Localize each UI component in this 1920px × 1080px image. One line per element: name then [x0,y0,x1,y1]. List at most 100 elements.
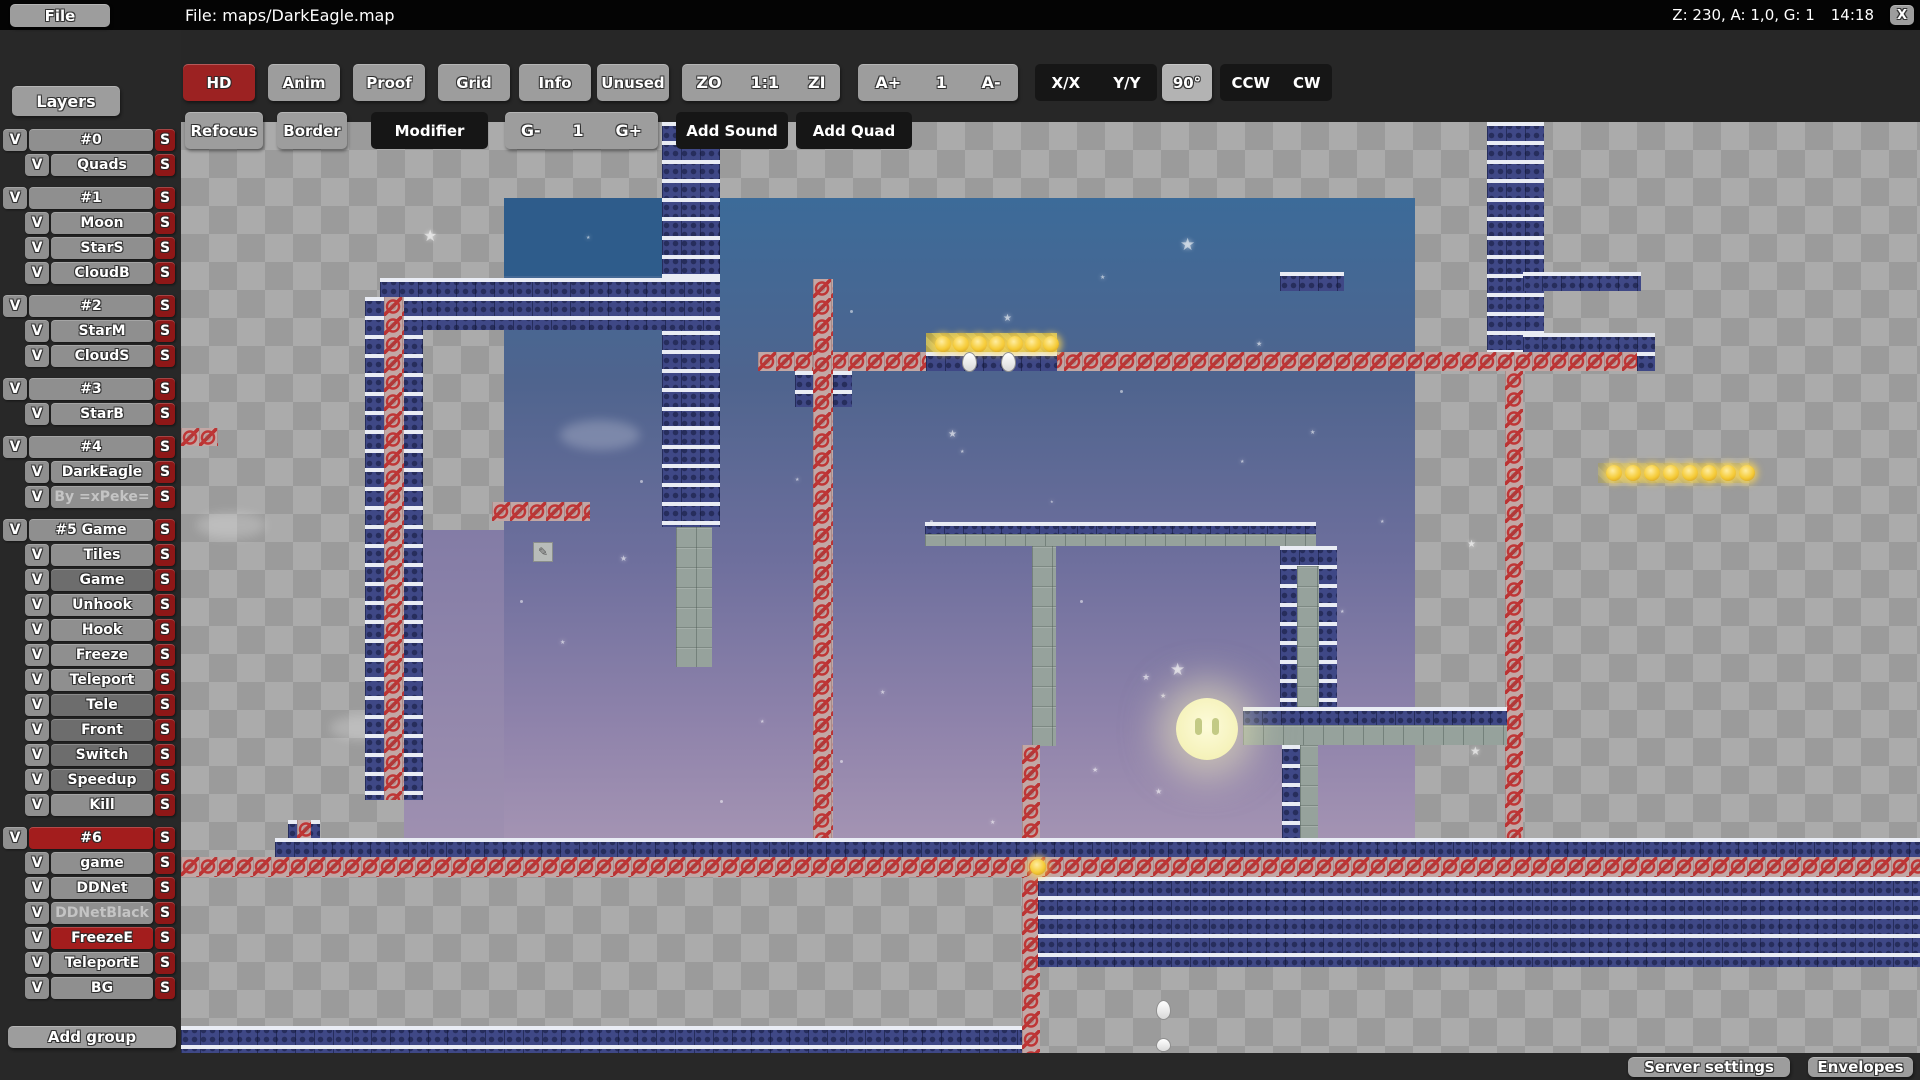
layer-name-button[interactable]: Speedup [51,769,153,791]
layer-visible-toggle[interactable]: V [25,237,49,259]
layer-name-button[interactable]: StarB [51,403,153,425]
rotate-cw-button[interactable]: CW [1293,74,1321,92]
proof-toggle-button[interactable]: Proof [353,64,425,101]
layer-name-button[interactable]: Game [51,569,153,591]
add-quad-button[interactable]: Add Quad [796,112,912,149]
layer-visible-toggle[interactable]: V [25,794,49,816]
layer-name-button[interactable]: CloudS [51,345,153,367]
layer-detail-toggle[interactable]: S [155,212,175,234]
layer-name-button[interactable]: Front [51,719,153,741]
layer-detail-toggle[interactable]: S [155,952,175,974]
layer-detail-toggle[interactable]: S [155,461,175,483]
layer-name-button[interactable]: DDNet [51,877,153,899]
layer-detail-toggle[interactable]: S [155,345,175,367]
hd-toggle-button[interactable]: HD [183,64,255,101]
server-settings-button[interactable]: Server settings [1628,1057,1790,1077]
zoom-out-button[interactable]: ZO [696,73,721,92]
layer-name-button[interactable]: DarkEagle [51,461,153,483]
layer-detail-toggle[interactable]: S [155,486,175,508]
rotate-90-button[interactable]: 90° [1162,64,1212,101]
group-detail-toggle[interactable]: S [155,187,175,209]
flip-y-button[interactable]: Y/Y [1113,74,1140,92]
layer-visible-toggle[interactable]: V [25,544,49,566]
layer-visible-toggle[interactable]: V [25,154,49,176]
layer-detail-toggle[interactable]: S [155,744,175,766]
group-visible-toggle[interactable]: V [3,519,27,541]
group-visible-toggle[interactable]: V [3,436,27,458]
layer-detail-toggle[interactable]: S [155,794,175,816]
layer-detail-toggle[interactable]: S [155,619,175,641]
layer-detail-toggle[interactable]: S [155,237,175,259]
group-detail-toggle[interactable]: S [155,295,175,317]
layer-visible-toggle[interactable]: V [25,852,49,874]
layer-name-button[interactable]: TeleportE [51,952,153,974]
layer-name-button[interactable]: Unhook [51,594,153,616]
info-toggle-button[interactable]: Info [519,64,591,101]
layer-visible-toggle[interactable]: V [25,719,49,741]
refocus-button[interactable]: Refocus [185,112,263,149]
layer-detail-toggle[interactable]: S [155,544,175,566]
layer-name-button[interactable]: game [51,852,153,874]
layer-visible-toggle[interactable]: V [25,952,49,974]
layer-visible-toggle[interactable]: V [25,403,49,425]
layer-name-button[interactable]: FreezeE [51,927,153,949]
layer-detail-toggle[interactable]: S [155,594,175,616]
rotate-ccw-button[interactable]: CCW [1231,74,1270,92]
unused-toggle-button[interactable]: Unused [597,64,669,101]
layer-visible-toggle[interactable]: V [25,769,49,791]
layer-name-button[interactable]: StarM [51,320,153,342]
layer-name-button[interactable]: Moon [51,212,153,234]
layer-visible-toggle[interactable]: V [25,927,49,949]
file-menu-button[interactable]: File [10,4,110,27]
layer-visible-toggle[interactable]: V [25,345,49,367]
layer-detail-toggle[interactable]: S [155,320,175,342]
group-visible-toggle[interactable]: V [3,378,27,400]
layer-name-button[interactable]: Freeze [51,644,153,666]
group-detail-toggle[interactable]: S [155,129,175,151]
layer-detail-toggle[interactable]: S [155,569,175,591]
grid-toggle-button[interactable]: Grid [438,64,510,101]
layer-name-button[interactable]: Hook [51,619,153,641]
layer-name-button[interactable]: Teleport [51,669,153,691]
layer-name-button[interactable]: Tele [51,694,153,716]
group-visible-toggle[interactable]: V [3,129,27,151]
add-group-button[interactable]: Add group [8,1026,176,1048]
layer-visible-toggle[interactable]: V [25,262,49,284]
layer-name-button[interactable]: StarS [51,237,153,259]
layer-visible-toggle[interactable]: V [25,669,49,691]
envelopes-button[interactable]: Envelopes [1808,1057,1913,1077]
layer-visible-toggle[interactable]: V [25,212,49,234]
map-canvas[interactable]: ★★★★★★★★★★★★★★★★★★★★★★★★★★★★✎ [181,122,1920,1053]
layer-detail-toggle[interactable]: S [155,719,175,741]
layer-detail-toggle[interactable]: S [155,852,175,874]
layer-name-button[interactable]: By =xPeke= [51,486,153,508]
grid-increase-button[interactable]: G+ [616,121,643,140]
group-detail-toggle[interactable]: S [155,378,175,400]
layer-detail-toggle[interactable]: S [155,927,175,949]
group-name-button[interactable]: #5 Game [29,519,153,541]
layer-detail-toggle[interactable]: S [155,644,175,666]
layer-visible-toggle[interactable]: V [25,486,49,508]
layer-name-button[interactable]: Kill [51,794,153,816]
layer-detail-toggle[interactable]: S [155,262,175,284]
layer-detail-toggle[interactable]: S [155,902,175,924]
zoom-actual-button[interactable]: 1:1 [750,73,779,92]
group-detail-toggle[interactable]: S [155,519,175,541]
layer-visible-toggle[interactable]: V [25,977,49,999]
group-name-button[interactable]: #1 [29,187,153,209]
layer-visible-toggle[interactable]: V [25,320,49,342]
group-detail-toggle[interactable]: S [155,436,175,458]
group-name-button[interactable]: #0 [29,129,153,151]
group-name-button[interactable]: #3 [29,378,153,400]
anim-faster-button[interactable]: A+ [875,73,901,92]
layer-detail-toggle[interactable]: S [155,977,175,999]
layer-name-button[interactable]: BG [51,977,153,999]
layer-visible-toggle[interactable]: V [25,461,49,483]
layer-visible-toggle[interactable]: V [25,644,49,666]
add-sound-button[interactable]: Add Sound [676,112,788,149]
group-visible-toggle[interactable]: V [3,187,27,209]
layer-visible-toggle[interactable]: V [25,594,49,616]
layer-name-button[interactable]: CloudB [51,262,153,284]
layers-header-button[interactable]: Layers [12,86,120,116]
close-icon[interactable]: X [1890,5,1914,25]
